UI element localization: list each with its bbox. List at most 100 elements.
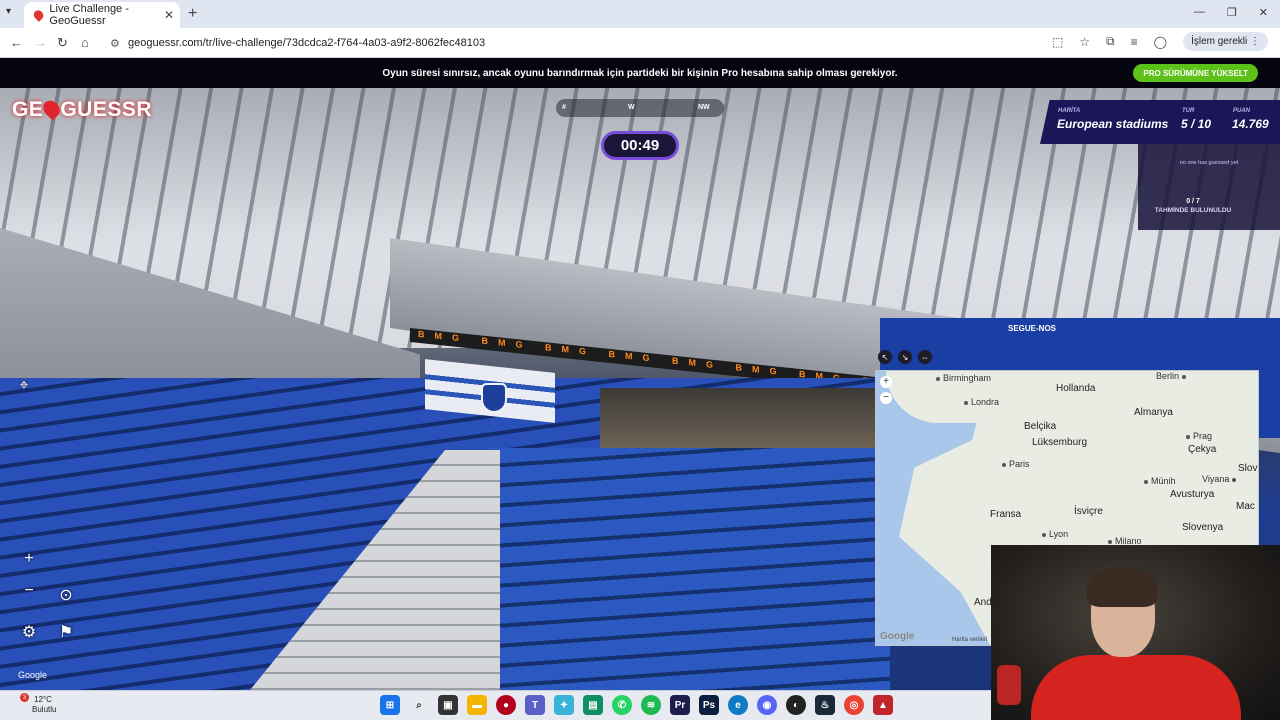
windows-taskbar: 3 12°C Bulutlu ⊞ ⌕ ▣ ▬ ● T ✦ ▤ ✆ ≋ Pr Ps… <box>0 690 991 720</box>
map-expand-icon[interactable]: ↖ <box>878 350 892 364</box>
stadium-seats-lower <box>490 448 890 690</box>
country-luxembourg: Lüksemburg <box>1032 437 1088 448</box>
city-prague: Prag <box>1186 431 1212 441</box>
city-paris: Paris <box>1002 459 1030 469</box>
map-pin-icon[interactable]: ⇔ <box>918 350 932 364</box>
country-czechia: Çekya <box>1188 444 1217 455</box>
install-app-icon[interactable]: ⬚ <box>1052 35 1063 49</box>
pano-zoom-out-button[interactable]: − <box>16 578 42 604</box>
webcam-person-hair <box>1087 567 1157 607</box>
spotify-icon[interactable]: ≋ <box>641 695 661 715</box>
score-label: PUAN <box>1233 108 1251 114</box>
round-label: TUR <box>1182 108 1195 114</box>
settings-gear-icon[interactable]: ⚙ <box>16 619 42 645</box>
compass-right: NW <box>698 104 710 111</box>
map-size-controls: ↖ ↘ ⇔ <box>878 350 932 364</box>
camera-icon[interactable]: ⌖ <box>11 373 37 399</box>
map-label: HARİTA <box>1058 108 1081 114</box>
whatsapp-icon[interactable]: ✆ <box>612 695 632 715</box>
webcam-person-shirt <box>1031 655 1241 720</box>
file-explorer-icon[interactable]: ▬ <box>467 695 487 715</box>
obs-icon[interactable]: ◐ <box>786 695 806 715</box>
profile-icon[interactable]: ◯ <box>1154 35 1167 49</box>
guess-panel: no one has guessed yet 0 / 7 TAHMİNDE BU… <box>1138 144 1280 230</box>
geoguessr-logo[interactable]: GE GUESSR <box>12 97 153 122</box>
weather-widget[interactable]: 12°C Bulutlu <box>18 695 56 715</box>
window-controls: — ❐ ✕ <box>1194 6 1268 19</box>
country-belgium: Belçika <box>1024 421 1057 432</box>
country-switzerland: İsviçre <box>1074 506 1103 517</box>
city-london: Londra <box>964 397 999 407</box>
pro-promo-bar: Oyun süresi sınırsız, ancak oyunu barınd… <box>0 58 1280 88</box>
country-netherlands: Hollanda <box>1056 383 1096 394</box>
upgrade-pro-button[interactable]: PRO SÜRÜMÜNE YÜKSELT <box>1133 64 1258 82</box>
map-zoom-out-button[interactable]: − <box>880 392 892 404</box>
reload-icon[interactable]: ↻ <box>57 35 68 51</box>
map-attribution: Google <box>880 631 915 642</box>
browser-tab[interactable]: Live Challenge - GeoGuessr ✕ <box>24 2 180 28</box>
compass-left: # <box>562 104 566 111</box>
store-icon[interactable]: ▤ <box>583 695 603 715</box>
url-field[interactable]: ⚙ geoguessr.com/tr/live-challenge/73dcdc… <box>104 32 1104 54</box>
return-to-start-icon[interactable]: ⊙ <box>53 582 79 608</box>
tab-close-icon[interactable]: ✕ <box>164 8 174 22</box>
discord-icon[interactable]: ◉ <box>757 695 777 715</box>
back-arrow-icon[interactable]: ← <box>10 35 23 50</box>
photoshop-icon[interactable]: Ps <box>699 695 719 715</box>
map-name: European stadiums <box>1057 117 1169 131</box>
country-germany: Almanya <box>1134 407 1173 418</box>
forward-arrow-icon[interactable]: → <box>34 35 47 50</box>
extensions-icon[interactable]: ⧉ <box>1106 34 1115 49</box>
app-red-icon[interactable]: ● <box>496 695 516 715</box>
game-status-panel: HARİTA European stadiums TUR 5 / 10 PUAN… <box>1040 100 1280 144</box>
city-munich: Münih <box>1144 476 1176 486</box>
bookmark-star-icon[interactable]: ☆ <box>1079 35 1090 49</box>
tab-search-icon[interactable]: ▾ <box>6 6 11 17</box>
guess-count: 0 / 7 <box>1186 198 1200 205</box>
action-required-button[interactable]: İşlem gerekli ⋮ <box>1183 32 1268 51</box>
chrome-icon[interactable]: ◎ <box>844 695 864 715</box>
round-timer: 00:49 <box>601 131 679 160</box>
close-window-button[interactable]: ✕ <box>1259 6 1268 19</box>
search-icon[interactable]: ⌕ <box>409 695 429 715</box>
promo-message: Oyun süresi sınırsız, ancak oyunu barınd… <box>382 67 898 79</box>
steam-icon[interactable]: ♨ <box>815 695 835 715</box>
logo-text-left: GE <box>12 98 44 121</box>
start-icon[interactable]: ⊞ <box>380 695 400 715</box>
action-required-label: İşlem gerekli <box>1191 36 1248 47</box>
city-birmingham: Birmingham <box>936 373 991 383</box>
geoguessr-favicon-icon <box>31 8 46 22</box>
concourse <box>600 388 880 448</box>
home-icon[interactable]: ⌂ <box>81 35 89 50</box>
pano-zoom-in-button[interactable]: + <box>16 546 42 572</box>
media-control-icon[interactable]: ≡ <box>1131 35 1138 49</box>
map-shrink-icon[interactable]: ↘ <box>898 350 912 364</box>
edge-icon[interactable]: e <box>728 695 748 715</box>
app-icon[interactable]: ▲ <box>873 695 893 715</box>
city-lyon: Lyon <box>1042 529 1068 539</box>
city-vienna: Viyana <box>1202 474 1239 484</box>
map-zoom-in-button[interactable]: + <box>880 376 892 388</box>
right-board-text: SEGUE-NOS <box>1008 324 1057 333</box>
tab-title: Live Challenge - GeoGuessr <box>49 3 129 27</box>
copilot-icon[interactable]: ✦ <box>554 695 574 715</box>
logo-text-right: GUESSR <box>60 98 153 121</box>
taskbar-apps: ⊞ ⌕ ▣ ▬ ● T ✦ ▤ ✆ ≋ Pr Ps e ◉ ◐ ♨ ◎ ▲ <box>380 695 893 715</box>
minimize-button[interactable]: — <box>1194 6 1205 19</box>
new-tab-button[interactable]: + <box>188 5 197 23</box>
webcam-overlay <box>991 545 1280 720</box>
country-france: Fransa <box>990 509 1022 520</box>
country-partial-east: Mac <box>1236 501 1255 512</box>
webcam-headphones <box>997 665 1021 705</box>
country-andorra-partial: And <box>974 597 992 608</box>
premiere-icon[interactable]: Pr <box>670 695 690 715</box>
country-slovenia: Slovenya <box>1182 522 1224 533</box>
maximize-button[interactable]: ❐ <box>1227 6 1237 19</box>
browser-tab-strip: ▾ Live Challenge - GeoGuessr ✕ + — ❐ ✕ <box>0 0 1280 28</box>
site-info-icon[interactable]: ⚙ <box>110 37 120 50</box>
teams-icon[interactable]: T <box>525 695 545 715</box>
url-text: geoguessr.com/tr/live-challenge/73dcdca2… <box>128 37 486 49</box>
task-view-icon[interactable]: ▣ <box>438 695 458 715</box>
flag-icon[interactable]: ⚑ <box>53 619 79 645</box>
compass: # W NW <box>556 99 724 117</box>
